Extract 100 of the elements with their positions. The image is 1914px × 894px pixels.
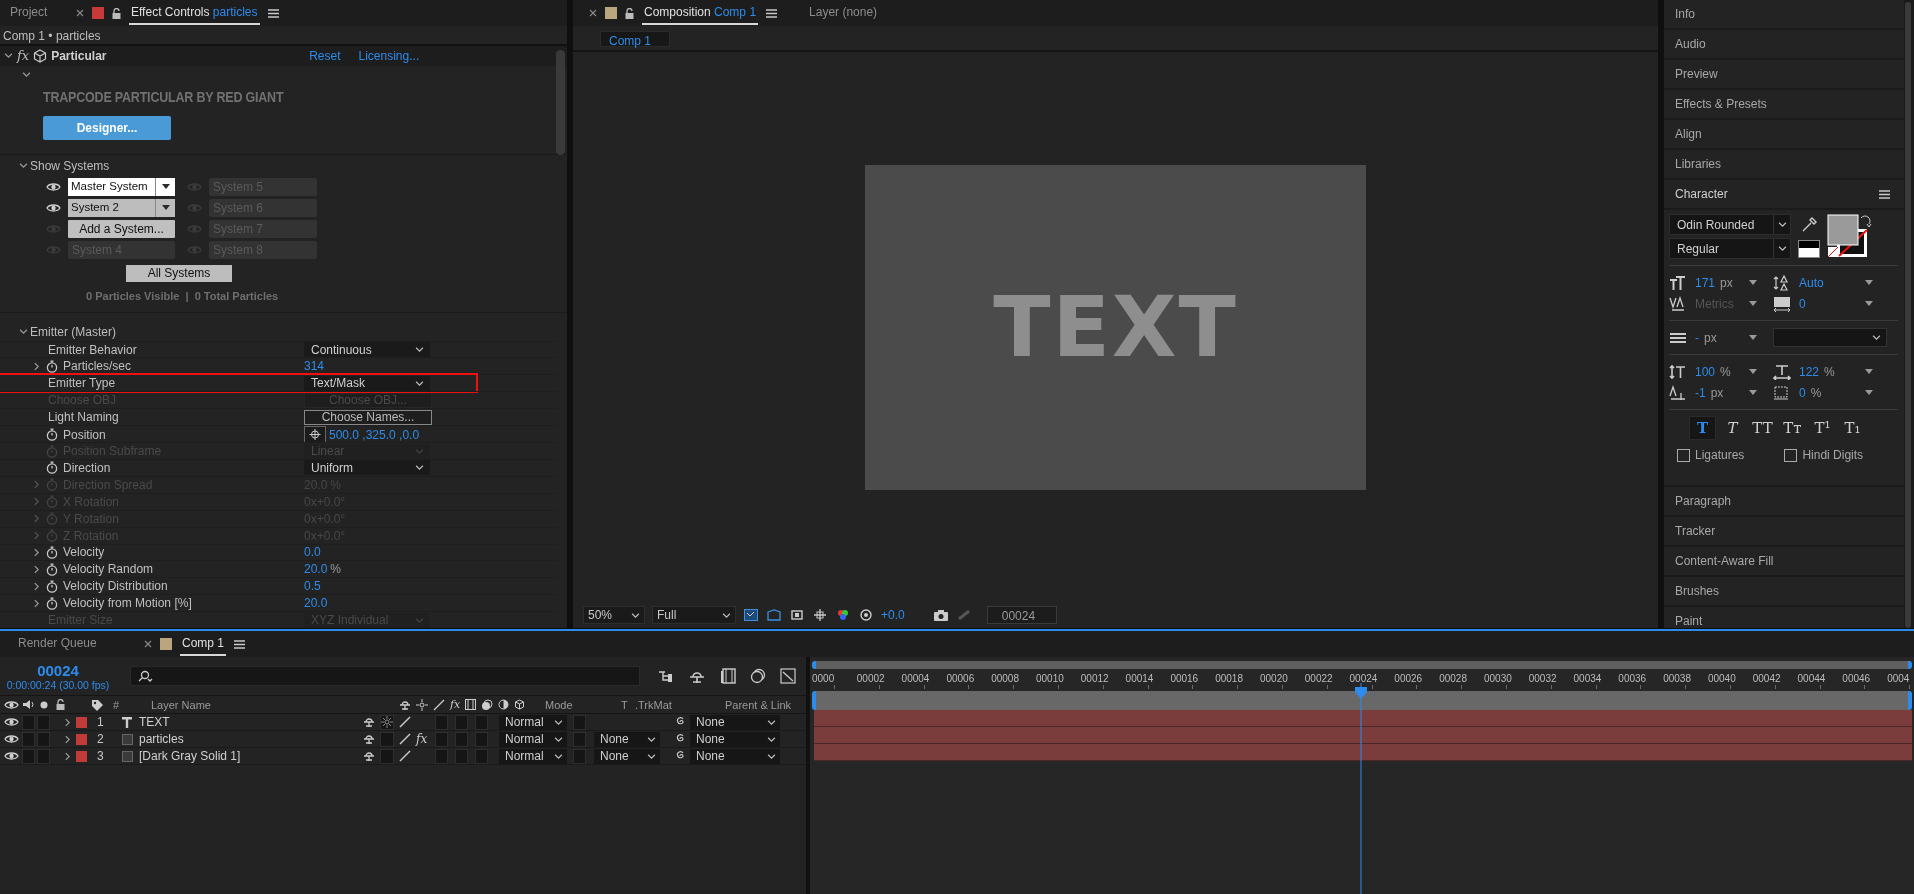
label-color-swatch[interactable] [76, 716, 87, 728]
sub-tab[interactable]: Comp 1 [600, 31, 670, 47]
stopwatch-icon[interactable] [46, 579, 58, 593]
panel-header[interactable]: Preview [1664, 60, 1904, 90]
switch-cell[interactable] [22, 731, 35, 747]
crosshair-icon[interactable] [304, 426, 326, 444]
panel-tab[interactable]: Layer (none) [807, 1, 880, 25]
stopwatch-icon[interactable] [46, 562, 58, 576]
shy-icon[interactable] [363, 734, 375, 744]
panel-header[interactable]: Character [1664, 180, 1904, 210]
half-circle-icon[interactable] [498, 699, 510, 710]
resolution-dropdown[interactable]: Full [652, 606, 736, 624]
twirl-icon[interactable] [32, 581, 41, 591]
metric-value[interactable]: 122 [1799, 364, 1820, 379]
switch-cell[interactable] [37, 714, 50, 730]
chevron-icon[interactable] [722, 610, 731, 620]
mode-dropdown[interactable]: Normal [499, 731, 567, 747]
circles-icon[interactable] [481, 698, 494, 711]
slash-icon[interactable] [399, 750, 411, 762]
eye-icon[interactable] [3, 734, 19, 744]
eyedropper-icon[interactable] [1801, 216, 1817, 233]
mode-dropdown[interactable]: Normal [499, 714, 567, 730]
collapse-icon[interactable] [22, 69, 31, 79]
stopwatch-icon[interactable] [46, 428, 58, 442]
node-tree-icon[interactable] [658, 669, 674, 683]
film-icon[interactable] [720, 668, 736, 684]
dropdown-triangle-icon[interactable] [1749, 369, 1757, 374]
search-field[interactable] [130, 666, 640, 686]
chevron-icon[interactable] [1777, 220, 1787, 229]
track-matte-dropdown[interactable]: None [594, 748, 660, 764]
padlock-icon[interactable] [56, 699, 65, 710]
property-button[interactable]: Choose Names... [304, 409, 432, 425]
label-color-swatch[interactable] [76, 733, 87, 745]
panel-header[interactable]: Effects & Presets [1664, 90, 1904, 120]
property-value[interactable]: 0.5 [304, 579, 321, 594]
panel-header[interactable]: Paragraph [1664, 487, 1904, 517]
eye-icon[interactable] [3, 699, 19, 710]
layer-name[interactable]: [Dark Gray Solid 1] [139, 749, 363, 763]
zoom-dropdown[interactable]: 50% [583, 606, 645, 624]
dropdown-triangle-icon[interactable] [161, 205, 170, 211]
effects-switch[interactable]: fx [416, 732, 428, 746]
property-dropdown[interactable]: Uniform [304, 460, 430, 476]
font-style-dropdown[interactable]: Regular [1669, 238, 1791, 259]
mode-dropdown[interactable]: Normal [499, 748, 567, 764]
panel-tab[interactable]: Composition Comp 1 [642, 1, 759, 25]
checkbox[interactable] [1677, 448, 1690, 462]
property-value[interactable]: 314 [304, 359, 325, 374]
all-systems-button[interactable]: All Systems [126, 264, 232, 282]
text-style-button[interactable]: T¹ [1809, 416, 1836, 440]
current-time[interactable]: 00024 [37, 661, 79, 679]
switch-cell[interactable] [573, 714, 586, 730]
metric-value[interactable]: Auto [1799, 275, 1824, 290]
padlock-icon[interactable] [112, 7, 121, 19]
switch-cell[interactable] [475, 731, 488, 747]
system-dropdown[interactable]: Master System [68, 177, 175, 196]
switch-cell[interactable] [455, 714, 468, 730]
stopwatch-icon[interactable] [46, 596, 58, 610]
property-value[interactable]: 500.0 ,325.0 ,0.0 [329, 427, 420, 442]
panel-header[interactable]: Content-Aware Fill [1664, 547, 1904, 577]
switch-cell[interactable] [455, 731, 468, 747]
switch-cell[interactable] [455, 748, 468, 764]
dropdown-triangle-icon[interactable] [1865, 280, 1873, 285]
switch-cell[interactable] [435, 714, 448, 730]
fill-stroke-swatch-icon[interactable] [1827, 214, 1873, 258]
panel-header[interactable]: Paint [1664, 607, 1904, 628]
effect-link[interactable]: Reset [309, 48, 341, 63]
dropdown-triangle-icon[interactable] [1865, 390, 1873, 395]
spiral-icon[interactable] [858, 608, 874, 622]
dot-icon[interactable] [40, 700, 48, 709]
metric-value[interactable]: 0 [1799, 296, 1806, 311]
disclosure-icon[interactable] [19, 327, 28, 337]
switch-cell[interactable] [22, 748, 35, 764]
exposure-value[interactable]: +0.0 [881, 608, 905, 622]
layer-name[interactable]: particles [139, 732, 363, 746]
dropdown-triangle-icon[interactable] [1749, 390, 1757, 395]
color-dots-icon[interactable] [835, 608, 851, 622]
switch-cell[interactable] [37, 731, 50, 747]
close-icon[interactable] [76, 9, 84, 17]
parent-dropdown[interactable]: None [690, 748, 780, 764]
frame-icon[interactable] [743, 608, 759, 622]
region-icon[interactable] [766, 608, 782, 622]
panel-header[interactable]: Brushes [1664, 577, 1904, 607]
property-dropdown[interactable]: Continuous [304, 342, 430, 357]
twirl-icon[interactable] [32, 361, 41, 371]
figure-icon[interactable] [688, 669, 706, 683]
chevron-icon[interactable] [415, 345, 424, 354]
twirl-icon[interactable] [32, 547, 41, 557]
close-icon[interactable] [144, 640, 152, 648]
dropdown-triangle-icon[interactable] [1749, 301, 1757, 306]
slash-icon[interactable] [399, 716, 411, 728]
track-matte-dropdown[interactable]: None [594, 731, 660, 747]
switch-cell[interactable] [475, 714, 488, 730]
property-value[interactable]: 20.0 [304, 596, 328, 611]
dropdown-triangle-icon[interactable] [1865, 369, 1873, 374]
speaker-icon[interactable] [22, 699, 34, 710]
switch-cell[interactable] [573, 748, 586, 764]
panel-header[interactable]: Align [1664, 120, 1904, 150]
metric-value[interactable]: - [1695, 330, 1699, 345]
label-color-swatch[interactable] [76, 750, 87, 762]
panel-tab[interactable]: Render Queue [16, 632, 99, 656]
